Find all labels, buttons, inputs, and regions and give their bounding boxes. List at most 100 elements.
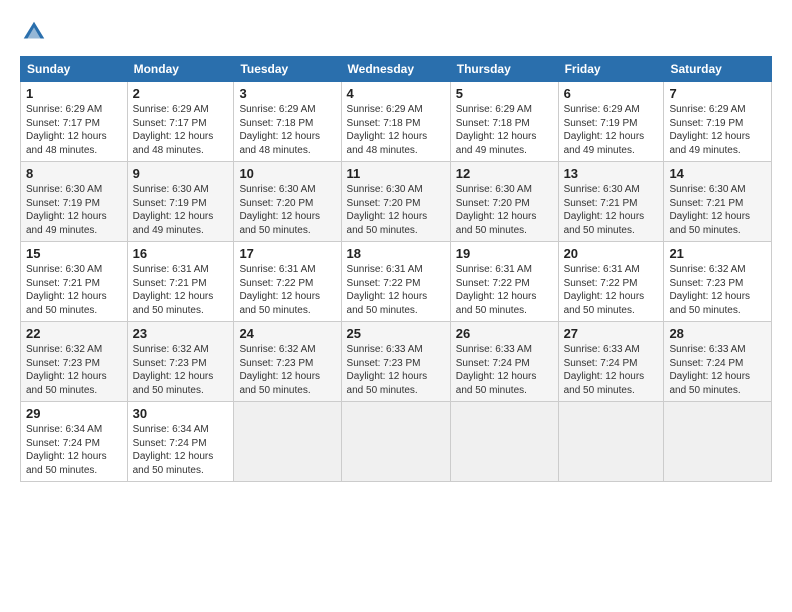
calendar-cell: 4 Sunrise: 6:29 AM Sunset: 7:18 PM Daylig…: [341, 82, 450, 162]
calendar-cell: 26Sunrise: 6:33 AM Sunset: 7:24 PM Dayli…: [450, 322, 558, 402]
page: SundayMondayTuesdayWednesdayThursdayFrid…: [0, 0, 792, 612]
day-number: 17: [239, 246, 335, 261]
day-info: Sunrise: 6:29 AM Sunset: 7:19 PM Dayligh…: [564, 103, 659, 157]
calendar-cell: 21 Sunrise: 6:32 AM Sunset: 7:23 PM Dayli…: [664, 242, 772, 322]
day-number: 30: [133, 406, 229, 421]
day-number: 26: [456, 326, 553, 341]
day-number: 10: [239, 166, 335, 181]
day-info: Sunrise: 6:32 AM Sunset: 7:23 PM Dayligh…: [26, 343, 122, 397]
calendar-cell: 22 Sunrise: 6:32 AM Sunset: 7:23 PM Dayli…: [21, 322, 128, 402]
calendar-cell: [450, 402, 558, 482]
day-info: Sunrise: 6:31 AM Sunset: 7:22 PM Dayligh…: [239, 263, 335, 317]
calendar-cell: 30 Sunrise: 6:34 AM Sunset: 7:24 PM Dayli…: [127, 402, 234, 482]
day-info: Sunrise: 6:29 AM Sunset: 7:17 PM Dayligh…: [133, 103, 229, 157]
logo-icon: [20, 18, 48, 46]
day-info: Sunrise: 6:29 AM Sunset: 7:18 PM Dayligh…: [456, 103, 553, 157]
day-number: 9: [133, 166, 229, 181]
calendar-cell: 27 Sunrise: 6:33 AM Sunset: 7:24 PM Dayli…: [558, 322, 664, 402]
day-number: 27: [564, 326, 659, 341]
day-info: Sunrise: 6:30 AM Sunset: 7:21 PM Dayligh…: [669, 183, 766, 237]
day-number: 20: [564, 246, 659, 261]
calendar-cell: 25 Sunrise: 6:33 AM Sunset: 7:23 PM Dayli…: [341, 322, 450, 402]
day-info: Sunrise: 6:32 AM Sunset: 7:23 PM Dayligh…: [133, 343, 229, 397]
calendar-cell: [664, 402, 772, 482]
weekday-header-friday: Friday: [558, 57, 664, 82]
day-info: Sunrise: 6:33 AM Sunset: 7:23 PM Dayligh…: [347, 343, 445, 397]
day-number: 13: [564, 166, 659, 181]
day-info: Sunrise: 6:30 AM Sunset: 7:19 PM Dayligh…: [133, 183, 229, 237]
weekday-header-row: SundayMondayTuesdayWednesdayThursdayFrid…: [21, 57, 772, 82]
weekday-header-wednesday: Wednesday: [341, 57, 450, 82]
day-info: Sunrise: 6:30 AM Sunset: 7:21 PM Dayligh…: [26, 263, 122, 317]
day-info: Sunrise: 6:33 AM Sunset: 7:24 PM Dayligh…: [564, 343, 659, 397]
day-number: 25: [347, 326, 445, 341]
calendar-cell: [234, 402, 341, 482]
calendar-cell: 17 Sunrise: 6:31 AM Sunset: 7:22 PM Dayli…: [234, 242, 341, 322]
calendar-cell: 5 Sunrise: 6:29 AM Sunset: 7:18 PM Daylig…: [450, 82, 558, 162]
calendar-cell: 1 Sunrise: 6:29 AM Sunset: 7:17 PM Daylig…: [21, 82, 128, 162]
day-number: 18: [347, 246, 445, 261]
calendar-cell: 18 Sunrise: 6:31 AM Sunset: 7:22 PM Dayli…: [341, 242, 450, 322]
calendar-cell: 2 Sunrise: 6:29 AM Sunset: 7:17 PM Daylig…: [127, 82, 234, 162]
day-info: Sunrise: 6:31 AM Sunset: 7:22 PM Dayligh…: [347, 263, 445, 317]
calendar-cell: 9 Sunrise: 6:30 AM Sunset: 7:19 PM Daylig…: [127, 162, 234, 242]
week-row-1: 1 Sunrise: 6:29 AM Sunset: 7:17 PM Daylig…: [21, 82, 772, 162]
day-info: Sunrise: 6:30 AM Sunset: 7:19 PM Dayligh…: [26, 183, 122, 237]
day-info: Sunrise: 6:34 AM Sunset: 7:24 PM Dayligh…: [133, 423, 229, 477]
weekday-header-monday: Monday: [127, 57, 234, 82]
weekday-header-sunday: Sunday: [21, 57, 128, 82]
calendar-cell: 14 Sunrise: 6:30 AM Sunset: 7:21 PM Dayli…: [664, 162, 772, 242]
calendar-cell: 3 Sunrise: 6:29 AM Sunset: 7:18 PM Daylig…: [234, 82, 341, 162]
calendar-cell: 7Sunrise: 6:29 AM Sunset: 7:19 PM Daylig…: [664, 82, 772, 162]
day-number: 23: [133, 326, 229, 341]
day-number: 5: [456, 86, 553, 101]
calendar-cell: 16Sunrise: 6:31 AM Sunset: 7:21 PM Dayli…: [127, 242, 234, 322]
weekday-header-saturday: Saturday: [664, 57, 772, 82]
calendar-cell: 12 Sunrise: 6:30 AM Sunset: 7:20 PM Dayli…: [450, 162, 558, 242]
calendar-table: SundayMondayTuesdayWednesdayThursdayFrid…: [20, 56, 772, 482]
logo: [20, 18, 50, 46]
weekday-header-tuesday: Tuesday: [234, 57, 341, 82]
day-number: 4: [347, 86, 445, 101]
weekday-header-thursday: Thursday: [450, 57, 558, 82]
header: [20, 18, 772, 46]
day-number: 21: [669, 246, 766, 261]
week-row-4: 22 Sunrise: 6:32 AM Sunset: 7:23 PM Dayli…: [21, 322, 772, 402]
day-number: 14: [669, 166, 766, 181]
day-number: 19: [456, 246, 553, 261]
calendar-cell: 6 Sunrise: 6:29 AM Sunset: 7:19 PM Daylig…: [558, 82, 664, 162]
day-number: 12: [456, 166, 553, 181]
day-number: 6: [564, 86, 659, 101]
calendar-cell: [558, 402, 664, 482]
day-number: 16: [133, 246, 229, 261]
day-info: Sunrise: 6:30 AM Sunset: 7:21 PM Dayligh…: [564, 183, 659, 237]
day-number: 7: [669, 86, 766, 101]
day-number: 24: [239, 326, 335, 341]
day-info: Sunrise: 6:32 AM Sunset: 7:23 PM Dayligh…: [239, 343, 335, 397]
day-number: 3: [239, 86, 335, 101]
day-info: Sunrise: 6:30 AM Sunset: 7:20 PM Dayligh…: [239, 183, 335, 237]
day-info: Sunrise: 6:33 AM Sunset: 7:24 PM Dayligh…: [669, 343, 766, 397]
calendar-cell: 23 Sunrise: 6:32 AM Sunset: 7:23 PM Dayli…: [127, 322, 234, 402]
calendar-cell: 10 Sunrise: 6:30 AM Sunset: 7:20 PM Dayli…: [234, 162, 341, 242]
week-row-2: 8Sunrise: 6:30 AM Sunset: 7:19 PM Daylig…: [21, 162, 772, 242]
week-row-5: 29Sunrise: 6:34 AM Sunset: 7:24 PM Dayli…: [21, 402, 772, 482]
day-info: Sunrise: 6:34 AM Sunset: 7:24 PM Dayligh…: [26, 423, 122, 477]
day-number: 15: [26, 246, 122, 261]
calendar-cell: 29Sunrise: 6:34 AM Sunset: 7:24 PM Dayli…: [21, 402, 128, 482]
day-info: Sunrise: 6:29 AM Sunset: 7:18 PM Dayligh…: [347, 103, 445, 157]
day-info: Sunrise: 6:29 AM Sunset: 7:17 PM Dayligh…: [26, 103, 122, 157]
calendar-cell: 28Sunrise: 6:33 AM Sunset: 7:24 PM Dayli…: [664, 322, 772, 402]
calendar-cell: 13 Sunrise: 6:30 AM Sunset: 7:21 PM Dayli…: [558, 162, 664, 242]
day-number: 22: [26, 326, 122, 341]
day-number: 11: [347, 166, 445, 181]
calendar-cell: 11 Sunrise: 6:30 AM Sunset: 7:20 PM Dayli…: [341, 162, 450, 242]
calendar-cell: 20Sunrise: 6:31 AM Sunset: 7:22 PM Dayli…: [558, 242, 664, 322]
day-info: Sunrise: 6:30 AM Sunset: 7:20 PM Dayligh…: [456, 183, 553, 237]
day-number: 1: [26, 86, 122, 101]
calendar-cell: [341, 402, 450, 482]
day-info: Sunrise: 6:32 AM Sunset: 7:23 PM Dayligh…: [669, 263, 766, 317]
day-number: 2: [133, 86, 229, 101]
day-info: Sunrise: 6:30 AM Sunset: 7:20 PM Dayligh…: [347, 183, 445, 237]
day-info: Sunrise: 6:29 AM Sunset: 7:18 PM Dayligh…: [239, 103, 335, 157]
